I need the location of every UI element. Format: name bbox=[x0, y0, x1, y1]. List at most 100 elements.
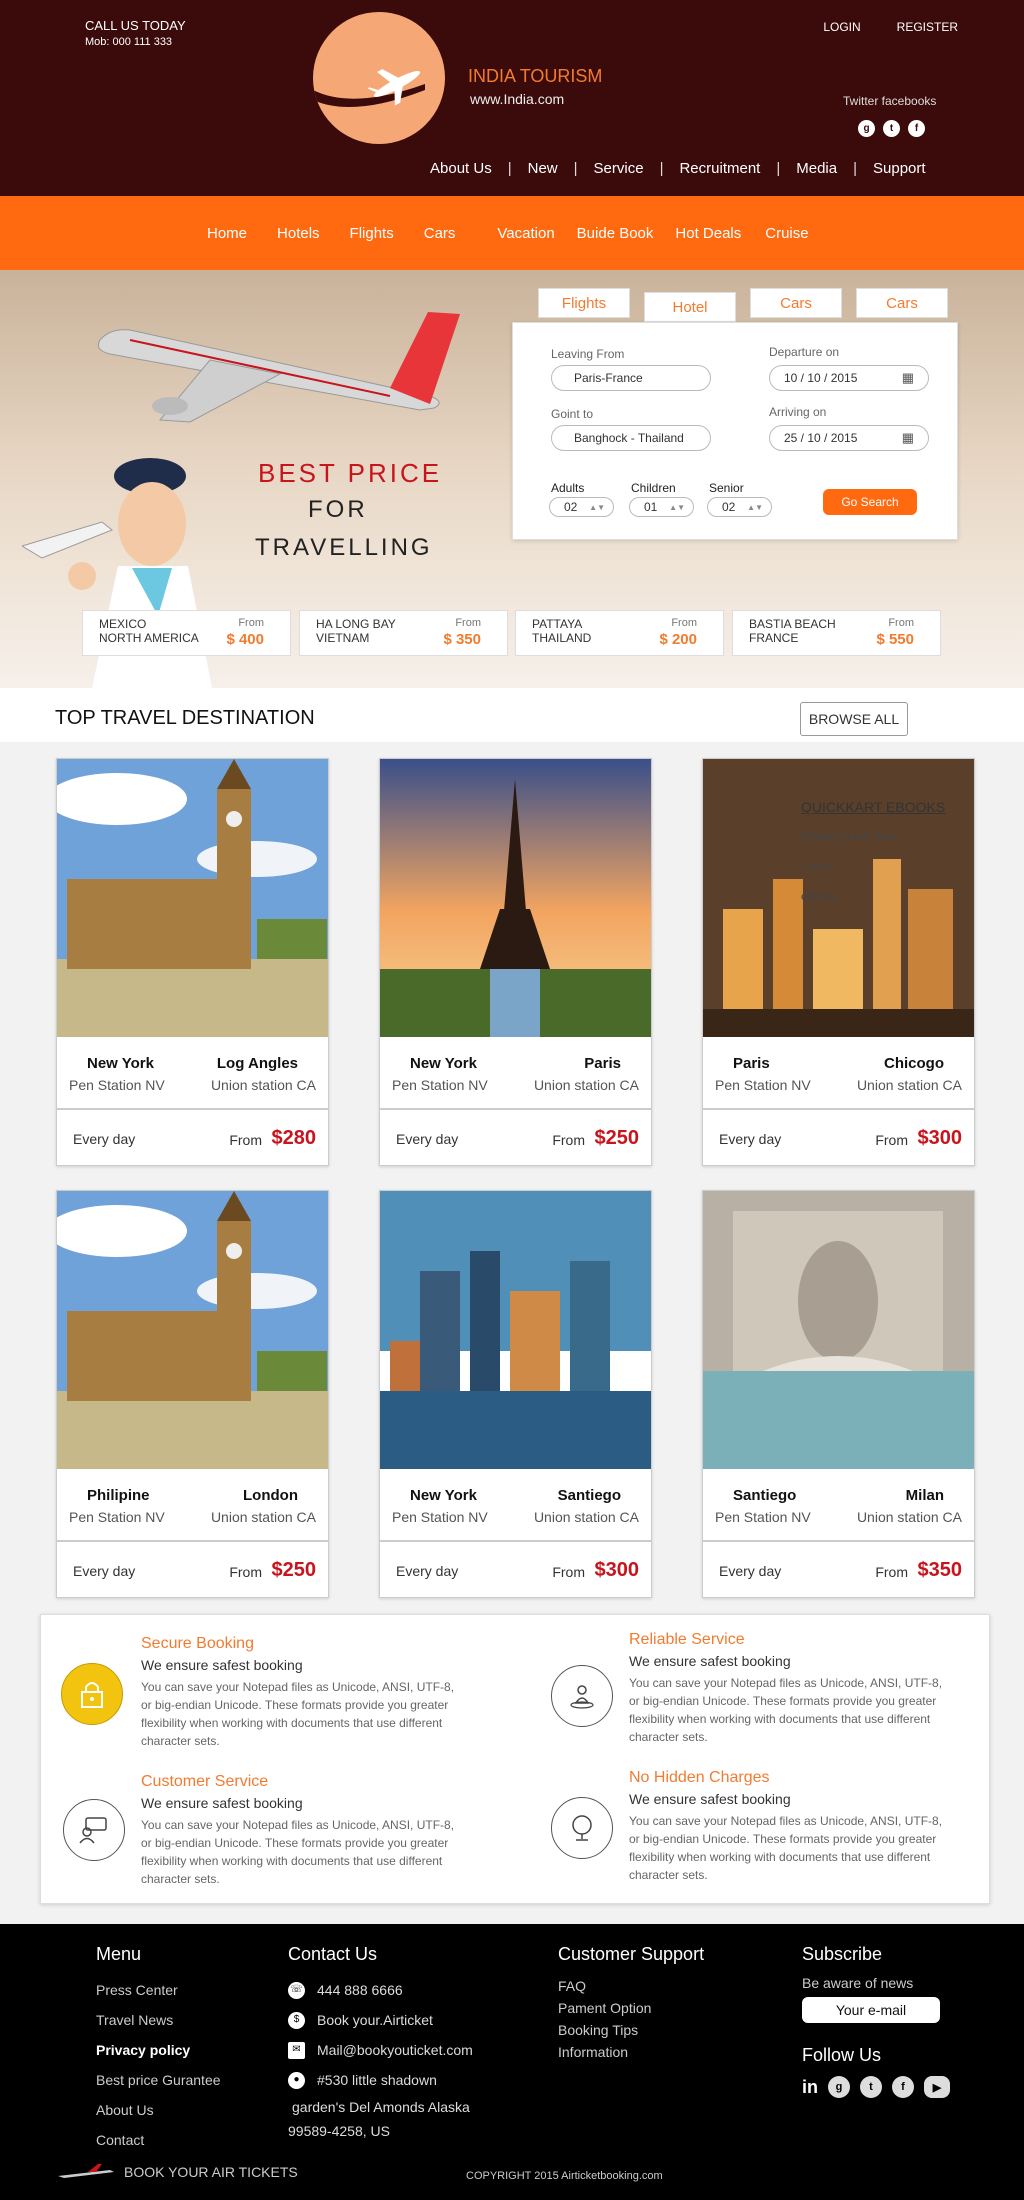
calendar-icon[interactable]: ▦ bbox=[902, 430, 914, 446]
arriving-input[interactable]: 25 / 10 / 2015 ▦ bbox=[769, 425, 929, 451]
footer-link[interactable]: Press Center bbox=[96, 1975, 221, 2005]
google-plus-icon[interactable]: g bbox=[828, 2076, 850, 2098]
main-nav-home[interactable]: Home bbox=[207, 225, 247, 242]
leaving-input[interactable]: Paris-France bbox=[551, 365, 711, 391]
card-city-from: Philipine bbox=[87, 1487, 150, 1504]
destination-deal[interactable]: PATTAYA THAILAND From $ 200 bbox=[515, 610, 724, 656]
departure-input[interactable]: 10 / 10 / 2015 ▦ bbox=[769, 365, 929, 391]
go-search-button[interactable]: Go Search bbox=[823, 489, 917, 515]
main-nav-cars[interactable]: Cars bbox=[424, 225, 456, 242]
tab-cars-2[interactable]: Cars bbox=[856, 288, 948, 318]
card-city-to: London bbox=[243, 1487, 298, 1504]
main-nav-flights[interactable]: Flights bbox=[350, 225, 394, 242]
feature-no-hidden-charges: No Hidden Charges We ensure safest booki… bbox=[629, 1769, 1024, 1884]
main-nav-guide-book[interactable]: Buide Book bbox=[577, 225, 654, 242]
nav-new[interactable]: New bbox=[528, 160, 558, 177]
call-label: CALL US TODAY bbox=[85, 18, 186, 33]
youtube-icon[interactable]: ▶ bbox=[924, 2076, 950, 2098]
card-price: $300 bbox=[594, 1559, 640, 1581]
support-link[interactable]: Pament Option bbox=[558, 1997, 704, 2019]
nav-support[interactable]: Support bbox=[873, 160, 926, 177]
destination-card[interactable]: New York Paris Pen Station NV Union stat… bbox=[379, 758, 652, 1166]
going-label: Goint to bbox=[551, 407, 594, 421]
support-link[interactable]: Information bbox=[558, 2041, 704, 2063]
card-divider bbox=[703, 1108, 974, 1110]
destination-card[interactable]: QUICKKART EBOOKS EBooks Quick Start Guid… bbox=[702, 758, 975, 1166]
main-nav-cruise[interactable]: Cruise bbox=[765, 225, 808, 242]
google-plus-icon[interactable]: g bbox=[858, 120, 875, 137]
nav-about[interactable]: About Us bbox=[430, 160, 492, 177]
main-nav-vacation[interactable]: Vacation bbox=[497, 225, 554, 242]
nav-service[interactable]: Service bbox=[594, 160, 644, 177]
contact-phone[interactable]: 444 888 6666 bbox=[317, 1975, 403, 2005]
login-link[interactable]: LOGIN bbox=[823, 20, 860, 34]
destination-card[interactable]: New York Santiego Pen Station NV Union s… bbox=[379, 1190, 652, 1598]
browse-all-button[interactable]: BROWSE ALL bbox=[800, 702, 908, 736]
children-label: Children bbox=[631, 481, 676, 495]
logo-icon[interactable] bbox=[313, 12, 445, 144]
footer-contact: Contact Us ☏ 444 888 6666 $ Book your.Airt… bbox=[288, 1944, 473, 2143]
destination-deal[interactable]: MEXICO NORTH AMERICA From $ 400 bbox=[82, 610, 291, 656]
footer-link[interactable]: About Us bbox=[96, 2095, 221, 2125]
eiffel-tower-image bbox=[380, 759, 651, 1037]
linkedin-icon[interactable]: in bbox=[802, 2077, 818, 2098]
overlay-item[interactable]: eBooks bbox=[801, 891, 838, 903]
adults-select[interactable]: 02 ▲▼ bbox=[549, 497, 614, 517]
tab-cars[interactable]: Cars bbox=[750, 288, 842, 318]
feature-description: You can save your Notepad files as Unico… bbox=[629, 1814, 943, 1882]
destination-card[interactable]: New York Log Angles Pen Station NV Union… bbox=[56, 758, 329, 1166]
destination-deal[interactable]: HA LONG BAY VIETNAM From $ 350 bbox=[299, 610, 508, 656]
card-station-from: Pen Station NV bbox=[392, 1509, 488, 1525]
deal-from: From bbox=[238, 617, 264, 629]
facebook-icon[interactable]: f bbox=[892, 2076, 914, 2098]
footer-link[interactable]: Travel News bbox=[96, 2005, 221, 2035]
overlay-item[interactable]: Guide bbox=[801, 861, 830, 873]
main-nav-hot-deals[interactable]: Hot Deals bbox=[675, 225, 741, 242]
twitter-icon[interactable]: t bbox=[860, 2076, 882, 2098]
support-link[interactable]: FAQ bbox=[558, 1975, 704, 1997]
contact-mail[interactable]: Mail@bookyouticket.com bbox=[317, 2035, 473, 2065]
support-link[interactable]: Booking Tips bbox=[558, 2019, 704, 2041]
contact-book[interactable]: Book your.Airticket bbox=[317, 2005, 433, 2035]
register-link[interactable]: REGISTER bbox=[897, 20, 958, 34]
facebook-icon[interactable]: f bbox=[908, 120, 925, 137]
twitter-icon[interactable]: t bbox=[883, 120, 900, 137]
deal-from: From bbox=[888, 617, 914, 629]
feature-subtitle: We ensure safest booking bbox=[629, 1791, 791, 1807]
card-divider bbox=[57, 1540, 328, 1542]
senior-select[interactable]: 02 ▲▼ bbox=[707, 497, 772, 517]
card-price: $280 bbox=[271, 1127, 317, 1149]
footer-link[interactable]: Best price Gurantee bbox=[96, 2065, 221, 2095]
main-nav-hotels[interactable]: Hotels bbox=[277, 225, 320, 242]
deal-price: $ 400 bbox=[226, 631, 264, 648]
mail-icon: ✉ bbox=[288, 2041, 305, 2059]
globe-icon bbox=[551, 1797, 613, 1859]
destination-card[interactable]: Santiego Milan Pen Station NV Union stat… bbox=[702, 1190, 975, 1598]
destination-card[interactable]: Philipine London Pen Station NV Union st… bbox=[56, 1190, 329, 1598]
footer-link[interactable]: Contact bbox=[96, 2125, 221, 2155]
going-input[interactable]: Banghock - Thailand bbox=[551, 425, 711, 451]
nav-recruitment[interactable]: Recruitment bbox=[679, 160, 760, 177]
footer-link[interactable]: Privacy policy bbox=[96, 2035, 221, 2065]
footer-subscribe: Subscribe Be aware of news Your e-mail F… bbox=[802, 1944, 950, 2098]
card-station-to: Union station CA bbox=[533, 1077, 639, 1093]
card-city-from: New York bbox=[410, 1055, 477, 1072]
card-price: $250 bbox=[271, 1559, 317, 1581]
book-air-tickets[interactable]: BOOK YOUR AIR TICKETS bbox=[58, 2164, 298, 2180]
overlay-title[interactable]: QUICKKART EBOOKS bbox=[801, 799, 945, 815]
overlay-item[interactable]: EBooks Quick Start bbox=[801, 831, 896, 843]
card-frequency: Every day bbox=[719, 1131, 782, 1147]
destination-deal[interactable]: BASTIA BEACH FRANCE From $ 550 bbox=[732, 610, 941, 656]
card-divider bbox=[57, 1108, 328, 1110]
calendar-icon[interactable]: ▦ bbox=[902, 370, 914, 386]
adults-label: Adults bbox=[551, 481, 585, 495]
children-select[interactable]: 01 ▲▼ bbox=[629, 497, 694, 517]
footer-contact-title: Contact Us bbox=[288, 1944, 378, 1964]
nav-separator: | bbox=[507, 160, 512, 177]
feature-reliable-service: Reliable Service We ensure safest bookin… bbox=[629, 1631, 1024, 1746]
nav-media[interactable]: Media bbox=[796, 160, 837, 177]
tab-flights[interactable]: Flights bbox=[538, 288, 630, 318]
main-nav: Home Hotels Flights Cars Vacation Buide … bbox=[0, 196, 1024, 270]
subscribe-email-input[interactable]: Your e-mail bbox=[802, 1997, 940, 2023]
tab-hotel[interactable]: Hotel bbox=[644, 292, 736, 322]
